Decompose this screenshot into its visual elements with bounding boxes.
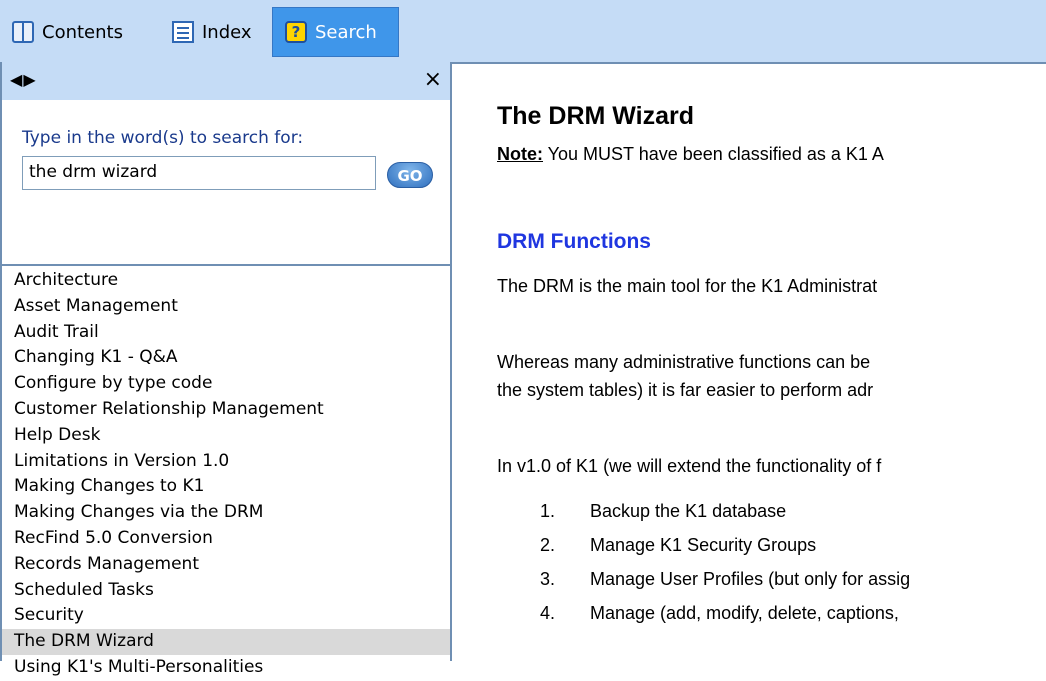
search-box: Type in the word(s) to search for: the d… bbox=[2, 100, 450, 266]
result-item[interactable]: Architecture bbox=[2, 268, 450, 294]
search-input[interactable]: the drm wizard bbox=[22, 156, 376, 190]
tab-search[interactable]: ? Search bbox=[272, 7, 399, 57]
help-toolbar: Contents Index ? Search bbox=[0, 0, 1046, 62]
note-line: Note: You MUST have been classified as a… bbox=[497, 144, 884, 165]
go-button[interactable]: GO bbox=[387, 162, 433, 188]
result-item[interactable]: Using K1's Multi-Personalities bbox=[2, 655, 450, 681]
close-icon[interactable]: × bbox=[424, 67, 442, 93]
paragraph-1: The DRM is the main tool for the K1 Admi… bbox=[497, 276, 878, 296]
result-item[interactable]: Customer Relationship Management bbox=[2, 397, 450, 423]
step-item: 4. Manage (add, modify, delete, captions, bbox=[540, 603, 899, 623]
tab-index[interactable]: Index bbox=[160, 7, 270, 57]
result-item[interactable]: Security bbox=[2, 603, 450, 629]
result-item[interactable]: Help Desk bbox=[2, 423, 450, 449]
tab-index-label: Index bbox=[202, 21, 252, 43]
result-item[interactable]: Making Changes via the DRM bbox=[2, 500, 450, 526]
paragraph-2-line-1: Whereas many administrative functions ca… bbox=[497, 352, 871, 372]
forward-arrow-icon[interactable]: ▶ bbox=[23, 70, 36, 89]
back-arrow-icon[interactable]: ◀ bbox=[10, 70, 23, 89]
page-title: The DRM Wizard bbox=[497, 102, 694, 130]
result-item[interactable]: Scheduled Tasks bbox=[2, 578, 450, 604]
section-heading: DRM Functions bbox=[497, 230, 651, 253]
search-results-list: Architecture Asset Management Audit Trail C… bbox=[2, 268, 450, 681]
result-item[interactable]: RecFind 5.0 Conversion bbox=[2, 526, 450, 552]
result-item[interactable]: Audit Trail bbox=[2, 320, 450, 346]
result-item[interactable]: The DRM Wizard bbox=[2, 629, 450, 655]
paragraph-3: In v1.0 of K1 (we will extend the functi… bbox=[497, 456, 882, 476]
result-item[interactable]: Records Management bbox=[2, 552, 450, 578]
result-item[interactable]: Making Changes to K1 bbox=[2, 474, 450, 500]
tab-search-label: Search bbox=[315, 21, 377, 43]
step-item: 1. Backup the K1 database bbox=[540, 501, 787, 521]
tab-contents[interactable]: Contents bbox=[0, 7, 155, 57]
pane-nav-bar: ◀▶ × bbox=[2, 62, 450, 100]
topic-content: The DRM Wizard Note: You MUST have been … bbox=[452, 62, 1046, 661]
search-prompt: Type in the word(s) to search for: bbox=[22, 128, 304, 148]
book-icon bbox=[12, 21, 34, 43]
note-text: You MUST have been classified as a K1 A bbox=[543, 144, 884, 164]
step-item: 2. Manage K1 Security Groups bbox=[540, 535, 817, 555]
nav-arrows: ◀▶ bbox=[10, 70, 37, 89]
note-label: Note: bbox=[497, 144, 543, 164]
list-icon bbox=[172, 21, 194, 43]
result-item[interactable]: Configure by type code bbox=[2, 371, 450, 397]
steps-list: 1. Backup the K1 database 2. Manage K1 Sec… bbox=[540, 494, 910, 630]
result-item[interactable]: Asset Management bbox=[2, 294, 450, 320]
help-icon: ? bbox=[285, 21, 307, 43]
tab-contents-label: Contents bbox=[42, 21, 123, 43]
search-pane: ◀▶ × Type in the word(s) to search for: … bbox=[0, 62, 452, 677]
result-item[interactable]: Limitations in Version 1.0 bbox=[2, 449, 450, 475]
step-item: 3. Manage User Profiles (but only for ass… bbox=[540, 569, 911, 589]
result-item[interactable]: Changing K1 - Q&A bbox=[2, 345, 450, 371]
paragraph-2-line-2: the system tables) it is far easier to p… bbox=[497, 380, 874, 400]
